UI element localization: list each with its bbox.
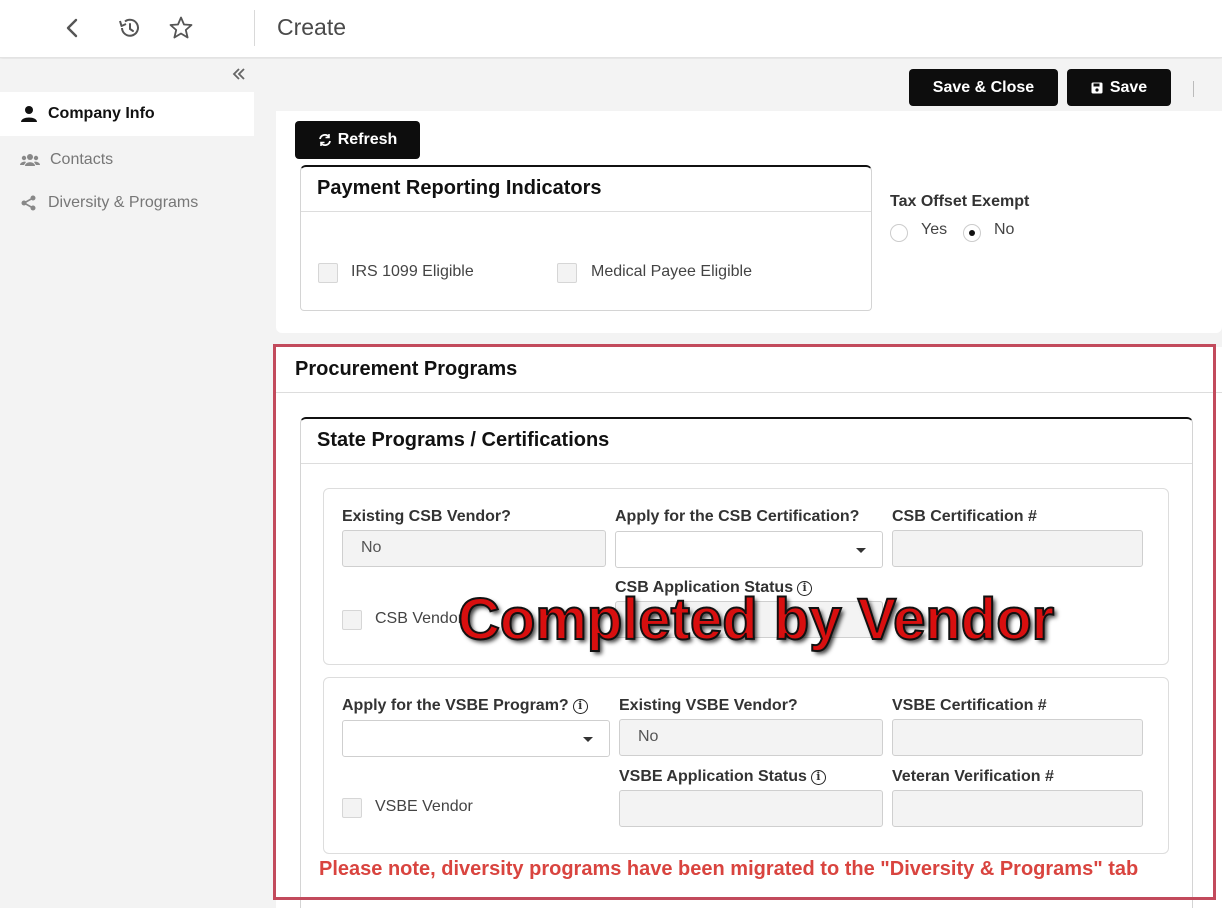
- save-button[interactable]: Save: [1067, 69, 1171, 106]
- sidebar: Company Info Contacts Diversity & Progra…: [0, 59, 254, 908]
- floppy-icon: [1091, 82, 1103, 93]
- refresh-button[interactable]: Refresh: [295, 121, 420, 159]
- chevron-down-icon: [583, 737, 593, 742]
- vsbe-status-field: [619, 790, 883, 827]
- tax-offset-no-radio[interactable]: [963, 224, 981, 242]
- existing-vsbe-field: No: [619, 719, 883, 756]
- star-icon[interactable]: [167, 14, 195, 42]
- tax-offset-no-label: No: [994, 221, 1015, 238]
- refresh-icon: [318, 134, 331, 146]
- existing-csb-label: Existing CSB Vendor?: [342, 508, 511, 525]
- irs-1099-checkbox[interactable]: [318, 263, 338, 283]
- vsbe-vendor-label: VSBE Vendor: [375, 798, 473, 815]
- apply-vsbe-select[interactable]: [342, 720, 610, 757]
- sidebar-item-contacts[interactable]: Contacts: [0, 138, 254, 182]
- vsbe-cert-field: [892, 719, 1143, 756]
- page-title: Create: [277, 14, 347, 40]
- share-icon: [21, 195, 36, 211]
- payment-reporting-panel: Payment Reporting Indicators IRS 1099 El…: [300, 165, 872, 311]
- apply-csb-select[interactable]: [615, 531, 883, 568]
- sidebar-item-company-info[interactable]: Company Info: [0, 92, 254, 136]
- completed-by-vendor-overlay: Completed by Vendor: [457, 586, 1055, 653]
- medical-payee-checkbox[interactable]: [557, 263, 577, 283]
- vsbe-cert-label: VSBE Certification #: [892, 697, 1047, 714]
- tax-offset-label: Tax Offset Exempt: [890, 193, 1030, 210]
- toolbar-divider: [1193, 81, 1194, 97]
- vsbe-vendor-checkbox[interactable]: [342, 798, 362, 818]
- veteran-verification-field: [892, 790, 1143, 827]
- tax-offset-yes-radio[interactable]: [890, 224, 908, 242]
- sidebar-item-diversity-programs[interactable]: Diversity & Programs: [0, 181, 254, 225]
- migration-note: Please note, diversity programs have bee…: [319, 858, 1139, 880]
- chevron-down-icon: [856, 548, 866, 553]
- top-bar: Create: [0, 0, 1222, 58]
- csb-vendor-checkbox[interactable]: [342, 610, 362, 630]
- csb-cert-field: [892, 530, 1143, 567]
- vsbe-status-label: VSBE Application Status i: [619, 768, 826, 786]
- apply-vsbe-label: Apply for the VSBE Program? i: [342, 697, 588, 715]
- payment-reporting-title: Payment Reporting Indicators: [301, 167, 871, 212]
- save-button-label: Save: [1109, 78, 1148, 96]
- existing-csb-field: No: [342, 530, 606, 567]
- company-info-card: Refresh Payment Reporting Indicators IRS…: [276, 111, 1222, 333]
- sidebar-item-label: Diversity & Programs: [48, 194, 199, 211]
- info-icon[interactable]: i: [572, 699, 588, 714]
- user-icon: [21, 106, 37, 122]
- sidebar-item-label: Contacts: [50, 151, 114, 168]
- refresh-label: Refresh: [337, 131, 398, 148]
- back-icon[interactable]: [58, 14, 86, 42]
- state-programs-title: State Programs / Certifications: [301, 419, 1192, 464]
- csb-cert-label: CSB Certification #: [892, 508, 1037, 525]
- collapse-sidebar-icon[interactable]: [232, 67, 246, 83]
- csb-vendor-label: CSB Vendor: [375, 610, 464, 627]
- sidebar-item-label: Company Info: [48, 105, 155, 122]
- existing-vsbe-label: Existing VSBE Vendor?: [619, 697, 798, 714]
- apply-csb-label: Apply for the CSB Certification?: [615, 508, 860, 525]
- header-divider: [254, 10, 255, 46]
- veteran-verification-label: Veteran Verification #: [892, 768, 1054, 785]
- irs-1099-label: IRS 1099 Eligible: [351, 263, 474, 280]
- medical-payee-label: Medical Payee Eligible: [591, 263, 752, 280]
- vsbe-section: Apply for the VSBE Program? i Existing VS…: [323, 677, 1169, 854]
- info-icon[interactable]: i: [810, 770, 826, 785]
- save-close-button[interactable]: Save & Close: [909, 69, 1058, 106]
- state-programs-panel: State Programs / Certifications Existing…: [300, 417, 1193, 908]
- main-content: Save & Close Save Refresh Payment Report…: [254, 59, 1222, 908]
- history-icon[interactable]: [115, 14, 143, 42]
- procurement-programs-title: Procurement Programs: [276, 347, 1222, 393]
- tax-offset-yes-label: Yes: [921, 221, 948, 238]
- users-icon: [20, 154, 40, 166]
